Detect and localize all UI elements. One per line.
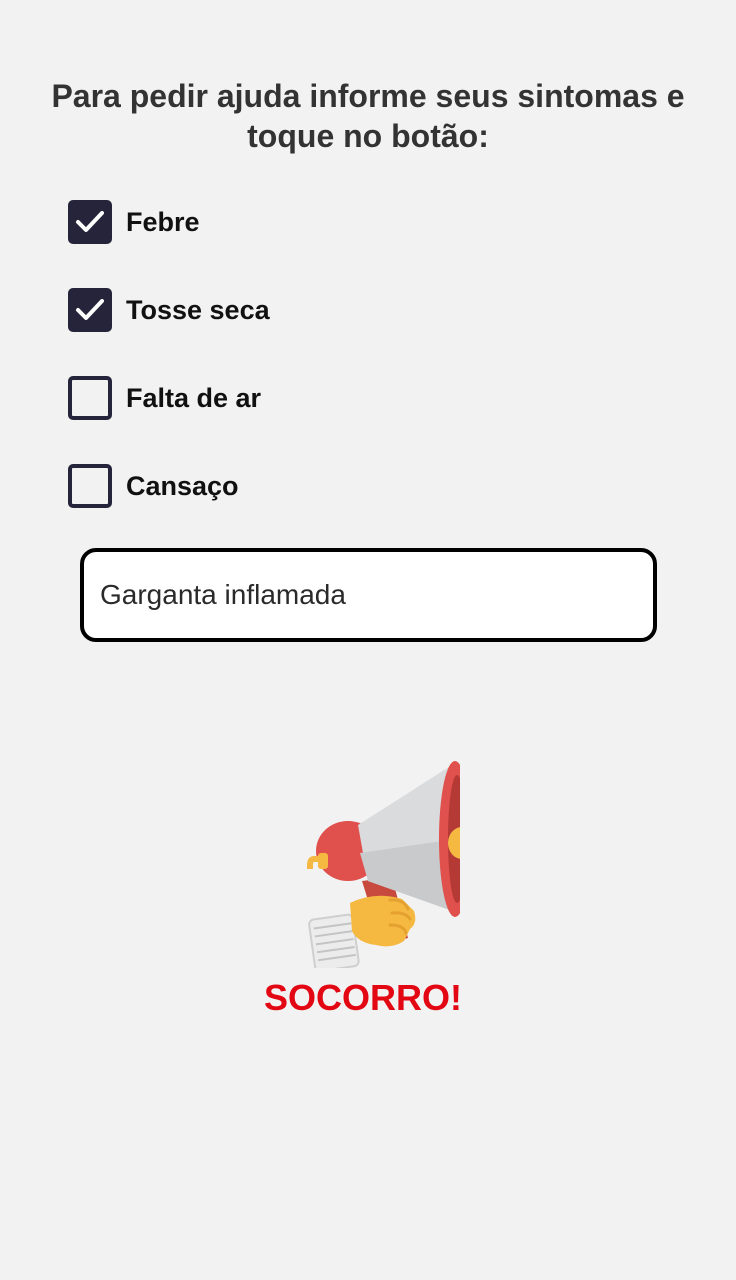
symptom-option-falta-de-ar[interactable]: Falta de ar bbox=[68, 376, 668, 420]
megaphone-icon bbox=[307, 761, 460, 968]
symptom-checkbox[interactable] bbox=[68, 200, 112, 244]
symptom-option-cansaco[interactable]: Cansaço bbox=[68, 464, 668, 508]
other-symptom-input[interactable] bbox=[80, 548, 657, 642]
symptom-label: Falta de ar bbox=[126, 382, 262, 413]
help-screen: Para pedir ajuda informe seus sintomas e… bbox=[0, 0, 736, 1280]
checkmark-icon bbox=[76, 211, 104, 232]
symptom-option-tosse-seca[interactable]: Tosse seca bbox=[68, 288, 668, 332]
instructions-heading: Para pedir ajuda informe seus sintomas e… bbox=[51, 78, 685, 154]
symptom-checkbox[interactable] bbox=[68, 464, 112, 508]
symptom-option-febre[interactable]: Febre bbox=[68, 200, 668, 244]
help-button-label: SOCORRO! bbox=[264, 977, 462, 1018]
symptom-checkbox[interactable] bbox=[68, 376, 112, 420]
checkmark-icon bbox=[76, 299, 104, 320]
symptom-label: Tosse seca bbox=[126, 294, 270, 325]
symptom-checkbox[interactable] bbox=[68, 288, 112, 332]
symptom-label: Cansaço bbox=[126, 470, 239, 501]
symptom-label: Febre bbox=[126, 206, 200, 237]
help-button[interactable]: SOCORRO! bbox=[250, 745, 486, 1035]
